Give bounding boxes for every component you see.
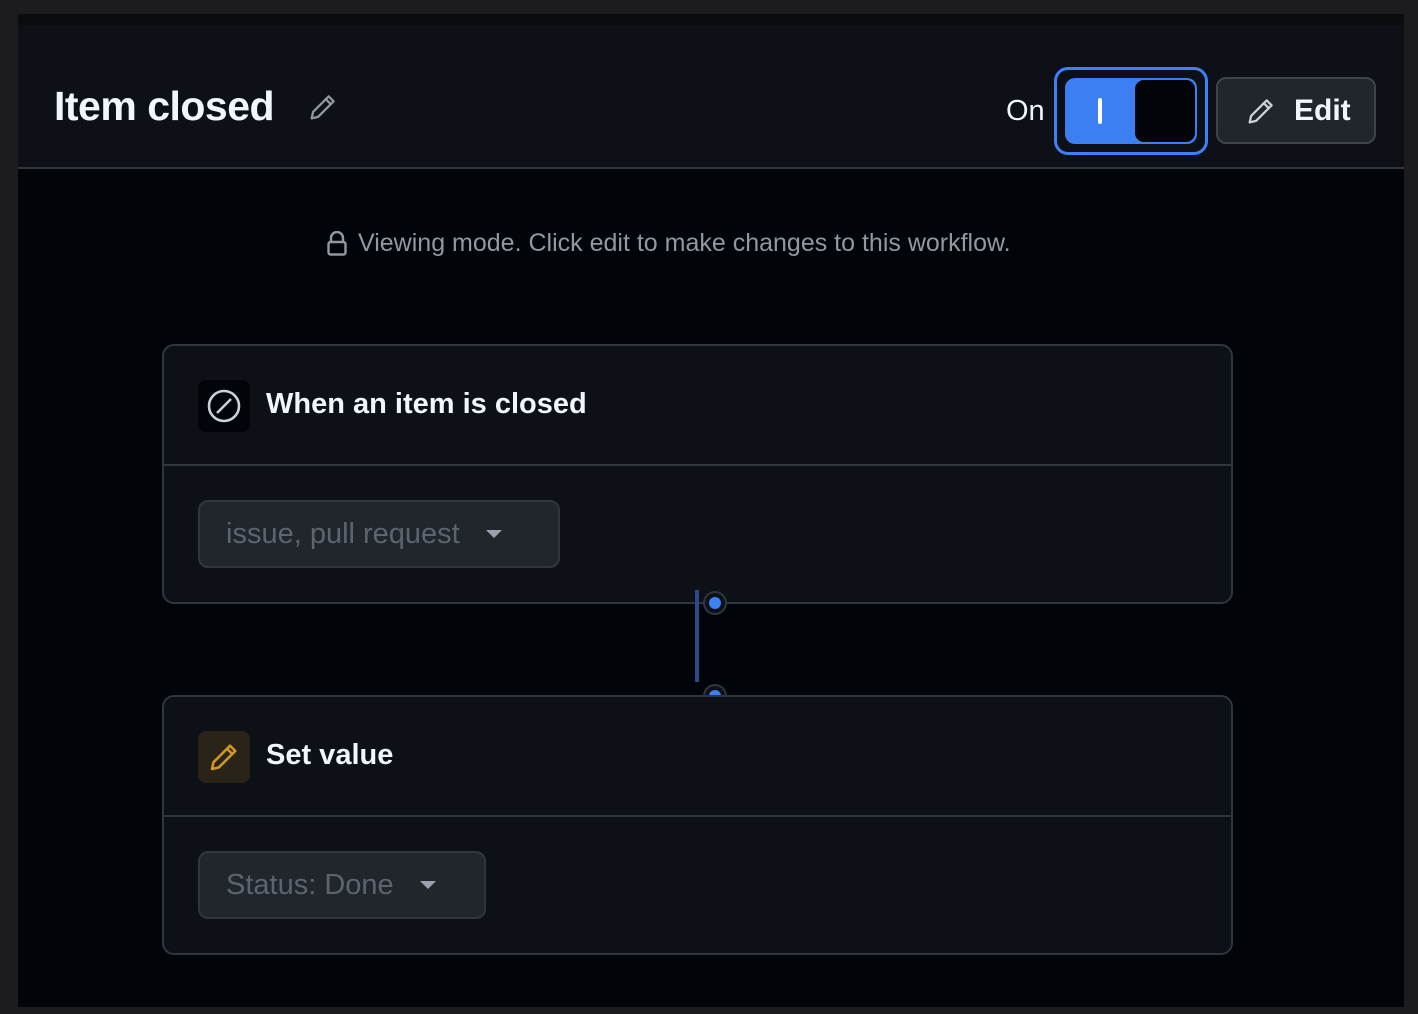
toggle-knob[interactable] <box>1135 80 1195 142</box>
lock-icon <box>327 230 347 256</box>
action-icon-badge <box>198 731 250 783</box>
circle-slash-icon <box>207 389 241 423</box>
edit-button-label: Edit <box>1294 93 1351 127</box>
window-top-strip <box>18 14 1404 25</box>
action-title: Set value <box>266 739 394 771</box>
toggle-on-indicator <box>1098 98 1102 124</box>
action-card-header: Set value <box>164 697 1231 817</box>
toggle-track[interactable] <box>1065 78 1197 144</box>
chevron-down-icon <box>485 530 502 538</box>
trigger-card-body: issue, pull request <box>164 466 1231 602</box>
action-card: Set value Status: Done <box>162 695 1233 955</box>
workflow-toggle[interactable] <box>1054 67 1208 155</box>
viewing-mode-text: Viewing mode. Click edit to make changes… <box>358 229 1011 257</box>
pencil-icon <box>210 744 237 771</box>
status-value-dropdown[interactable]: Status: Done <box>198 851 486 919</box>
toggle-state-label: On <box>1006 95 1045 127</box>
edit-button[interactable]: Edit <box>1216 77 1376 144</box>
trigger-title: When an item is closed <box>266 388 587 420</box>
workflow-header: Item closed On Edit <box>18 25 1404 169</box>
item-type-dropdown[interactable]: issue, pull request <box>198 500 560 568</box>
trigger-icon-badge <box>198 380 250 432</box>
page-title: Item closed <box>54 83 275 129</box>
connector-dot-top <box>709 597 721 609</box>
chevron-down-icon <box>419 881 436 889</box>
action-card-body: Status: Done <box>164 817 1231 953</box>
rename-pencil-icon[interactable] <box>306 90 340 124</box>
workflow-connector <box>695 590 699 682</box>
trigger-card: When an item is closed issue, pull reque… <box>162 344 1233 604</box>
pencil-icon <box>1248 98 1273 123</box>
item-type-dropdown-value: issue, pull request <box>226 517 460 550</box>
trigger-card-header: When an item is closed <box>164 346 1231 466</box>
status-value-dropdown-value: Status: Done <box>226 868 394 901</box>
